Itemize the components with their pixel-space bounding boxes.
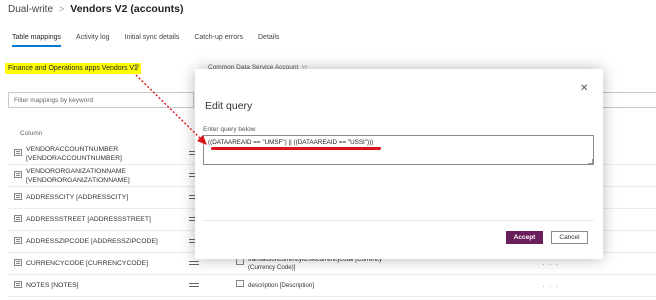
annotation-arrow-line (135, 74, 203, 141)
annotation-arrow-head (197, 135, 207, 145)
annotation-arrow (135, 74, 207, 145)
